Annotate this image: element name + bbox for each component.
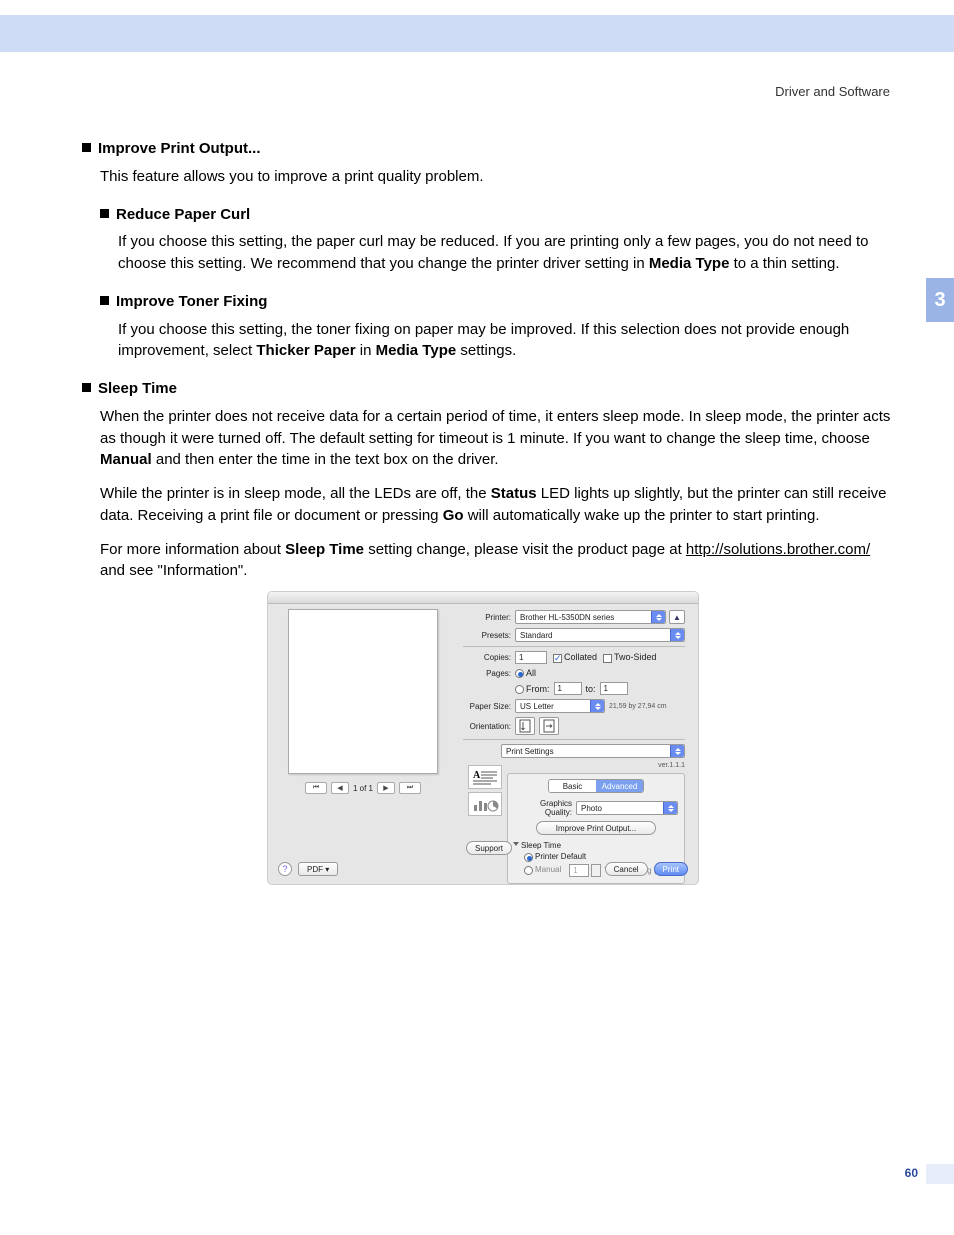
copies-label: Copies: — [463, 653, 515, 662]
checkbox-icon — [553, 654, 562, 663]
printer-select[interactable]: Brother HL-5350DN series — [515, 610, 666, 624]
orientation-label: Orientation: — [463, 722, 515, 731]
summary-statistics-icon — [468, 792, 502, 816]
settings-tabs: Basic Advanced — [548, 779, 644, 793]
dialog-titlebar — [268, 592, 698, 604]
presets-select[interactable]: Standard — [515, 628, 685, 642]
preview-pager: ⏮ ◀ 1 of 1 ▶ ⏭ — [278, 782, 448, 794]
toner-body: If you choose this setting, the toner fi… — [118, 319, 892, 363]
sleep-title: Sleep Time — [98, 380, 177, 397]
printer-info-button[interactable]: ▲ — [669, 610, 685, 624]
pages-all-radio[interactable]: All — [515, 668, 536, 678]
two-sided-checkbox[interactable]: Two-Sided — [603, 652, 657, 662]
dialog-footer: ? PDF ▾ Cancel Print — [278, 862, 688, 876]
item-reduce-paper-curl: Reduce Paper Curl — [100, 204, 892, 226]
preview-sheet — [288, 609, 438, 774]
radio-icon — [524, 853, 533, 862]
chevron-updown-icon — [670, 745, 684, 757]
orientation-portrait-button[interactable] — [515, 717, 535, 735]
graphics-quality-select[interactable]: Photo — [576, 801, 678, 815]
page-number: 60 — [905, 1166, 918, 1180]
top-band — [0, 15, 954, 52]
svg-text:A: A — [473, 770, 481, 781]
help-button[interactable]: ? — [278, 862, 292, 876]
support-button[interactable]: Support — [466, 841, 512, 855]
chevron-updown-icon — [670, 629, 684, 641]
reduce-body: If you choose this setting, the paper cu… — [118, 231, 892, 275]
pages-label: Pages: — [463, 669, 515, 678]
sleep-time-heading: Sleep Time — [521, 841, 561, 850]
orientation-landscape-button[interactable] — [539, 717, 559, 735]
reduce-title: Reduce Paper Curl — [116, 206, 250, 223]
radio-icon — [515, 685, 524, 694]
chevron-updown-icon — [590, 700, 604, 712]
pager-text: 1 of 1 — [353, 784, 373, 793]
print-button[interactable]: Print — [654, 862, 688, 876]
pager-first-button[interactable]: ⏮ — [305, 782, 327, 794]
improve-body: This feature allows you to improve a pri… — [100, 166, 892, 188]
item-improve-toner-fixing: Improve Toner Fixing — [100, 291, 892, 313]
sleep-p3: For more information about Sleep Time se… — [100, 539, 892, 583]
checkbox-icon — [603, 654, 612, 663]
item-improve-print-output: Improve Print Output... — [82, 138, 892, 160]
presets-label: Presets: — [463, 631, 515, 640]
disclosure-triangle-icon[interactable] — [513, 842, 519, 846]
chapter-tab: 3 — [926, 278, 954, 322]
printer-label: Printer: — [463, 613, 515, 622]
chevron-updown-icon — [651, 611, 665, 623]
tab-advanced[interactable]: Advanced — [596, 780, 643, 792]
pager-next-button[interactable]: ▶ — [377, 782, 395, 794]
paper-size-label: Paper Size: — [463, 702, 515, 711]
solutions-link[interactable]: http://solutions.brother.com/ — [686, 541, 870, 558]
chevron-updown-icon — [663, 802, 677, 814]
bullet-square-icon — [82, 383, 91, 392]
pane-section-select[interactable]: Print Settings — [501, 744, 685, 758]
collated-checkbox[interactable]: Collated — [553, 652, 597, 662]
print-dialog: ⏮ ◀ 1 of 1 ▶ ⏭ Printer: Brother HL-5350D… — [267, 591, 699, 885]
document-content: Improve Print Output... This feature all… — [82, 138, 892, 582]
header-section: Driver and Software — [775, 84, 890, 99]
pages-from-input[interactable]: 1 — [554, 682, 582, 695]
preview-summary-icons: A — [468, 765, 504, 819]
paper-dimensions: 21,59 by 27,94 cm — [609, 703, 667, 710]
page-number-tab — [926, 1164, 954, 1184]
cancel-button[interactable]: Cancel — [605, 862, 648, 876]
bullet-square-icon — [100, 296, 109, 305]
pages-range-radio[interactable]: From: — [515, 684, 550, 694]
sleep-p1: When the printer does not receive data f… — [100, 406, 892, 471]
item-sleep-time: Sleep Time — [82, 378, 892, 400]
pages-to-input[interactable]: 1 — [600, 682, 628, 695]
improve-print-output-button[interactable]: Improve Print Output... — [536, 821, 656, 835]
pager-last-button[interactable]: ⏭ — [399, 782, 421, 794]
summary-quality-icon: A — [468, 765, 502, 789]
preview-pane: ⏮ ◀ 1 of 1 ▶ ⏭ — [278, 609, 448, 849]
printer-default-radio[interactable]: Printer Default — [524, 852, 586, 861]
paper-size-select[interactable]: US Letter — [515, 699, 605, 713]
tab-basic[interactable]: Basic — [549, 780, 596, 792]
pdf-menu-button[interactable]: PDF ▾ — [298, 862, 338, 876]
pages-to-label: to: — [586, 684, 596, 694]
graphics-quality-label: Graphics Quality: — [514, 799, 576, 817]
sleep-p2: While the printer is in sleep mode, all … — [100, 483, 892, 527]
toner-title: Improve Toner Fixing — [116, 293, 267, 310]
radio-icon — [515, 669, 524, 678]
pager-prev-button[interactable]: ◀ — [331, 782, 349, 794]
improve-title: Improve Print Output... — [98, 140, 261, 157]
copies-input[interactable]: 1 — [515, 651, 547, 664]
bullet-square-icon — [100, 209, 109, 218]
bullet-square-icon — [82, 143, 91, 152]
